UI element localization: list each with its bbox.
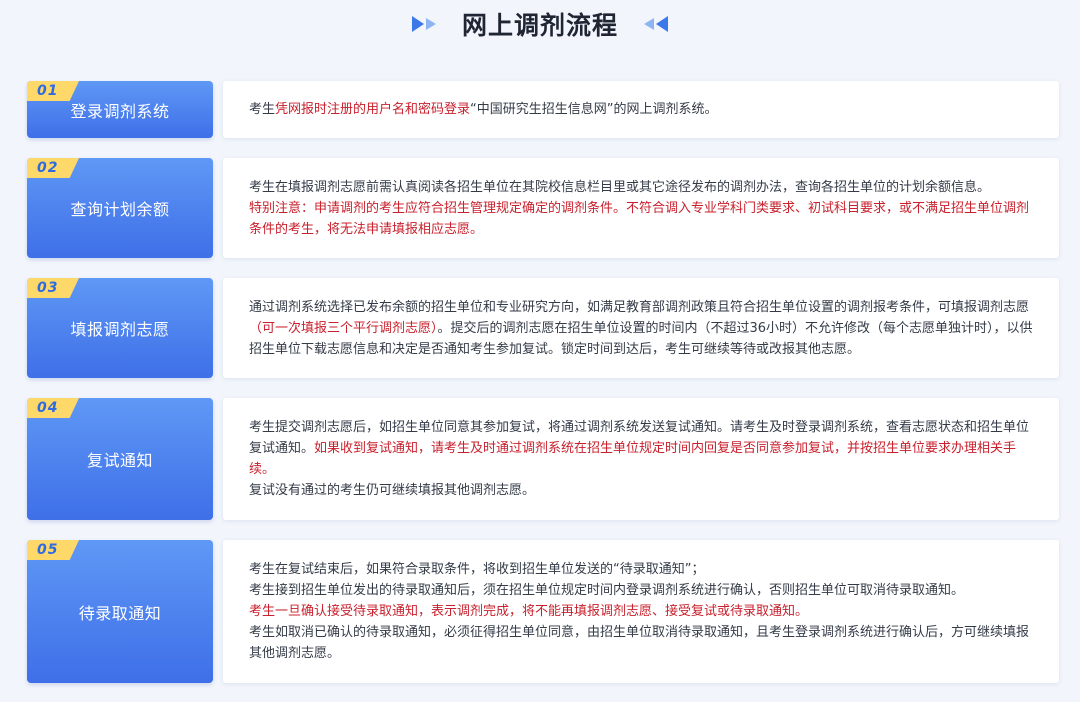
step-description: 考生提交调剂志愿后，如招生单位同意其参加复试，将通过调剂系统发送复试通知。请考生… [223, 398, 1059, 520]
step-row: 01 登录调剂系统 考生凭网报时注册的用户名和密码登录“中国研究生招生信息网”的网上… [27, 81, 1059, 138]
highlight-text: 考生一旦确认接受待录取通知，表示调剂完成，将不能再填报调剂志愿、接受复试或待录取… [249, 604, 809, 619]
description-line: 考生凭网报时注册的用户名和密码登录“中国研究生招生信息网”的网上调剂系统。 [249, 99, 1037, 120]
step-row: 03 填报调剂志愿 通过调剂系统选择已发布余额的招生单位和专业研究方向，如满足教育部… [27, 278, 1059, 378]
step-label-box: 04 复试通知 [27, 398, 213, 520]
body-text: 考生在填报调剂志愿前需认真阅读各招生单位在其院校信息栏目里或其它途径发布的调剂办… [249, 179, 991, 195]
body-text: 复试没有通过的考生仍可继续填报其他调剂志愿。 [249, 483, 536, 498]
step-number-badge: 02 [27, 158, 79, 178]
step-label-text: 待录取通知 [78, 603, 162, 623]
step-label-text: 登录调剂系统 [70, 101, 170, 121]
description-line: 复试没有通过的考生仍可继续填报其他调剂志愿。 [249, 480, 1037, 501]
description-line: 考生在复试结束后，如果符合录取条件，将收到招生单位发送的“待录取通知”； [249, 559, 1037, 580]
step-row: 05 待录取通知 考生在复试结束后，如果符合录取条件，将收到招生单位发送的“待录取通… [27, 540, 1059, 683]
step-row: 04 复试通知 考生提交调剂志愿后，如招生单位同意其参加复试，将通过调剂系统发送复试… [27, 398, 1059, 520]
body-text: 考生接到招生单位发出的待录取通知后，须在招生单位规定时间内登录调剂系统进行确认，… [249, 583, 965, 598]
header: 网上调剂流程 [0, 0, 1080, 48]
step-description: 考生凭网报时注册的用户名和密码登录“中国研究生招生信息网”的网上调剂系统。 [223, 81, 1059, 138]
step-label-text: 填报调剂志愿 [70, 320, 170, 339]
body-text: 通过调剂系统选择已发布余额的招生单位和专业研究方向，如满足教育部调剂政策且符合招… [249, 299, 1030, 315]
body-text: 考生 [249, 102, 276, 117]
step-description: 考生在复试结束后，如果符合录取条件，将收到招生单位发送的“待录取通知”； 考生接到… [223, 540, 1059, 683]
step-label-text: 复试通知 [86, 451, 153, 470]
step-description: 通过调剂系统选择已发布余额的招生单位和专业研究方向，如满足教育部调剂政策且符合招… [223, 278, 1059, 378]
step-label-box: 03 填报调剂志愿 [27, 278, 213, 378]
step-number-badge: 05 [27, 540, 79, 560]
description-line: 考生提交调剂志愿后，如招生单位同意其参加复试，将通过调剂系统发送复试通知。请考生… [249, 417, 1037, 480]
step-description: 考生在填报调剂志愿前需认真阅读各招生单位在其院校信息栏目里或其它途径发布的调剂办… [223, 158, 1059, 258]
description-line: 考生在填报调剂志愿前需认真阅读各招生单位在其院校信息栏目里或其它途径发布的调剂办… [249, 177, 1037, 198]
description-line: 通过调剂系统选择已发布余额的招生单位和专业研究方向，如满足教育部调剂政策且符合招… [249, 297, 1037, 360]
body-text: 考生如取消已确认的待录取通知，必须征得招生单位同意，由招生单位取消待录取通知，且… [249, 625, 1030, 661]
step-label-text: 查询计划余额 [70, 200, 170, 219]
step-label-box: 01 登录调剂系统 [27, 81, 213, 138]
description-line: 特别注意：申请调剂的考生应符合招生管理规定确定的调剂条件。不符合调入专业学科门类… [249, 198, 1037, 240]
description-line: 考生一旦确认接受待录取通知，表示调剂完成，将不能再填报调剂志愿、接受复试或待录取… [249, 601, 1037, 622]
step-label-box: 05 待录取通知 [27, 540, 213, 683]
step-row: 02 查询计划余额 考生在填报调剂志愿前需认真阅读各招生单位在其院校信息栏目里或其它… [27, 158, 1059, 258]
description-line: 考生如取消已确认的待录取通知，必须征得招生单位同意，由招生单位取消待录取通知，且… [249, 622, 1037, 664]
highlight-text: 凭网报时注册的用户名和密码登录 [275, 102, 471, 117]
highlight-text: （可一次填报三个平行调剂志愿） [249, 320, 438, 336]
right-arrows-icon [410, 15, 440, 33]
highlight-text: 特别注意：申请调剂的考生应符合招生管理规定确定的调剂条件。不符合调入专业学科门类… [249, 200, 1030, 237]
left-arrows-icon [640, 15, 670, 33]
step-label-box: 02 查询计划余额 [27, 158, 213, 258]
step-number-badge: 03 [27, 278, 79, 298]
step-number-badge: 04 [27, 398, 79, 418]
highlight-text: 如果收到复试通知，请考生及时通过调剂系统在招生单位规定时间内回复是否同意参加复试… [249, 441, 1017, 477]
body-text: “中国研究生招生信息网”的网上调剂系统。 [470, 102, 718, 117]
description-line: 考生接到招生单位发出的待录取通知后，须在招生单位规定时间内登录调剂系统进行确认，… [249, 580, 1037, 601]
page-title: 网上调剂流程 [461, 11, 618, 40]
body-text: 考生在复试结束后，如果符合录取条件，将收到招生单位发送的“待录取通知”； [249, 562, 705, 577]
